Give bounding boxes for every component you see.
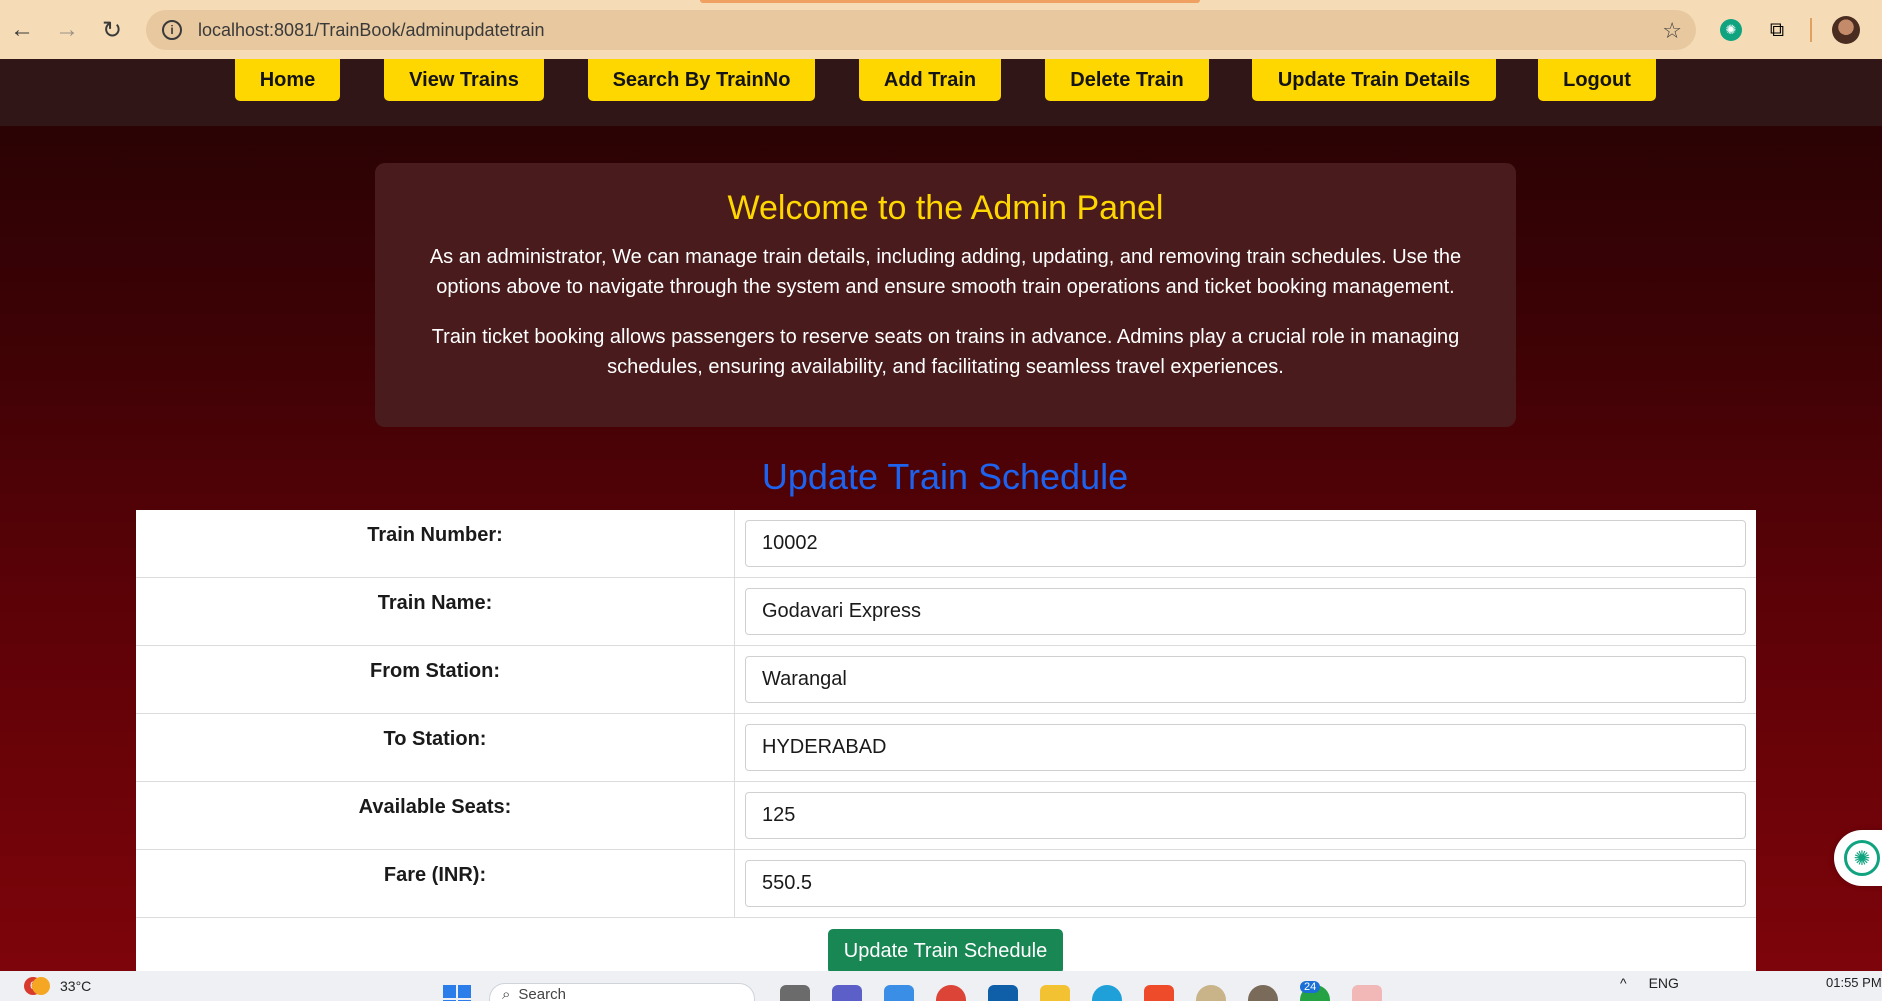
- nav-add-train-button[interactable]: Add Train: [859, 59, 1001, 101]
- whatsapp-badge: 24: [1300, 981, 1321, 993]
- copilot-icon[interactable]: [884, 985, 914, 1001]
- toolbar-separator: [1810, 18, 1812, 42]
- welcome-paragraph-2: Train ticket booking allows passengers t…: [431, 326, 1460, 378]
- to-station-input[interactable]: [745, 724, 1746, 771]
- windows-start-icon[interactable]: [443, 985, 471, 1001]
- whatsapp-icon[interactable]: 24: [1300, 981, 1330, 1001]
- welcome-paragraph-1: As an administrator, We can manage train…: [429, 246, 1462, 298]
- fare-input[interactable]: [745, 860, 1746, 907]
- form-row-train-name: Train Name:: [136, 578, 1756, 646]
- nav-update-train-details-button[interactable]: Update Train Details: [1252, 59, 1496, 101]
- form-row-fare: Fare (INR):: [136, 850, 1756, 918]
- to-station-label: To Station:: [136, 714, 735, 782]
- weather-widget[interactable]: 6 33°C: [24, 977, 91, 995]
- update-schedule-title: Update Train Schedule: [761, 456, 1129, 497]
- brave-icon[interactable]: [1144, 985, 1174, 1001]
- arrow-right-icon[interactable]: →: [47, 10, 87, 50]
- chatgpt-icon: ✺: [1844, 840, 1880, 876]
- settings-app-icon[interactable]: [1352, 985, 1382, 1001]
- nav-view-trains-button[interactable]: View Trains: [384, 59, 544, 101]
- nav-home-button[interactable]: Home: [235, 59, 340, 101]
- edge-icon[interactable]: [1092, 985, 1122, 1001]
- taskbar-apps: 24: [780, 981, 1382, 1001]
- game-app-icon[interactable]: [1248, 985, 1278, 1001]
- language-indicator[interactable]: ENG: [1649, 975, 1679, 991]
- nav-search-by-trainno-button[interactable]: Search By TrainNo: [588, 59, 815, 101]
- store-icon[interactable]: [988, 985, 1018, 1001]
- chatgpt-extension-icon[interactable]: ✺: [1718, 17, 1744, 43]
- update-train-form: Train Number: Train Name: From Station: …: [136, 510, 1756, 971]
- star-icon[interactable]: ☆: [1662, 18, 1682, 44]
- system-tray: ^ ENG: [1620, 975, 1679, 991]
- temperature-text: 33°C: [60, 978, 92, 994]
- nav-delete-train-button[interactable]: Delete Train: [1045, 59, 1209, 101]
- welcome-title: Welcome to the Admin Panel: [727, 189, 1164, 227]
- train-name-label: Train Name:: [136, 578, 735, 646]
- windows-taskbar: 6 33°C ⌕ Search 24 ^ ENG 01:55 PM: [0, 971, 1882, 1001]
- info-icon[interactable]: i: [152, 10, 192, 50]
- fare-label: Fare (INR):: [136, 850, 735, 918]
- arrow-left-icon[interactable]: ←: [2, 10, 42, 50]
- admin-navbar: Home View Trains Search By TrainNo Add T…: [0, 59, 1882, 126]
- browser-toolbar: ← → ↻ i localhost:8081/TrainBook/adminup…: [0, 0, 1882, 59]
- from-station-label: From Station:: [136, 646, 735, 714]
- available-seats-input[interactable]: [745, 792, 1746, 839]
- available-seats-label: Available Seats:: [136, 782, 735, 850]
- clock[interactable]: 01:55 PM: [1826, 975, 1882, 990]
- page-content: Home View Trains Search By TrainNo Add T…: [0, 59, 1882, 971]
- chrome-profile-icon[interactable]: [1196, 985, 1226, 1001]
- train-name-input[interactable]: [745, 588, 1746, 635]
- form-row-train-number: Train Number:: [136, 510, 1756, 578]
- file-explorer-icon[interactable]: [1040, 985, 1070, 1001]
- taskbar-search[interactable]: ⌕ Search: [489, 983, 755, 1001]
- chevron-up-icon[interactable]: ^: [1620, 975, 1627, 991]
- taskbar-search-placeholder: Search: [518, 986, 566, 1001]
- chatgpt-floating-button[interactable]: ✺: [1834, 830, 1882, 886]
- update-train-schedule-button[interactable]: Update Train Schedule: [828, 929, 1063, 974]
- train-number-label: Train Number:: [136, 510, 735, 578]
- search-icon: ⌕: [502, 986, 511, 1001]
- active-tab-indicator: [700, 0, 1200, 3]
- nav-logout-button[interactable]: Logout: [1538, 59, 1656, 101]
- from-station-input[interactable]: [745, 656, 1746, 703]
- form-row-from-station: From Station:: [136, 646, 1756, 714]
- puzzle-icon[interactable]: ⧉: [1764, 17, 1790, 43]
- reload-icon[interactable]: ↻: [92, 10, 132, 50]
- chrome-icon[interactable]: [936, 985, 966, 1001]
- profile-avatar[interactable]: [1832, 16, 1860, 44]
- form-row-to-station: To Station:: [136, 714, 1756, 782]
- teams-icon[interactable]: [832, 985, 862, 1001]
- train-number-input[interactable]: [745, 520, 1746, 567]
- form-row-available-seats: Available Seats:: [136, 782, 1756, 850]
- task-view-icon[interactable]: [780, 985, 810, 1001]
- url-text[interactable]: localhost:8081/TrainBook/adminupdatetrai…: [198, 20, 545, 41]
- welcome-panel: Welcome to the Admin Panel As an adminis…: [375, 163, 1516, 427]
- weather-sun-icon: [32, 977, 50, 995]
- address-bar[interactable]: i localhost:8081/TrainBook/adminupdatetr…: [146, 10, 1696, 50]
